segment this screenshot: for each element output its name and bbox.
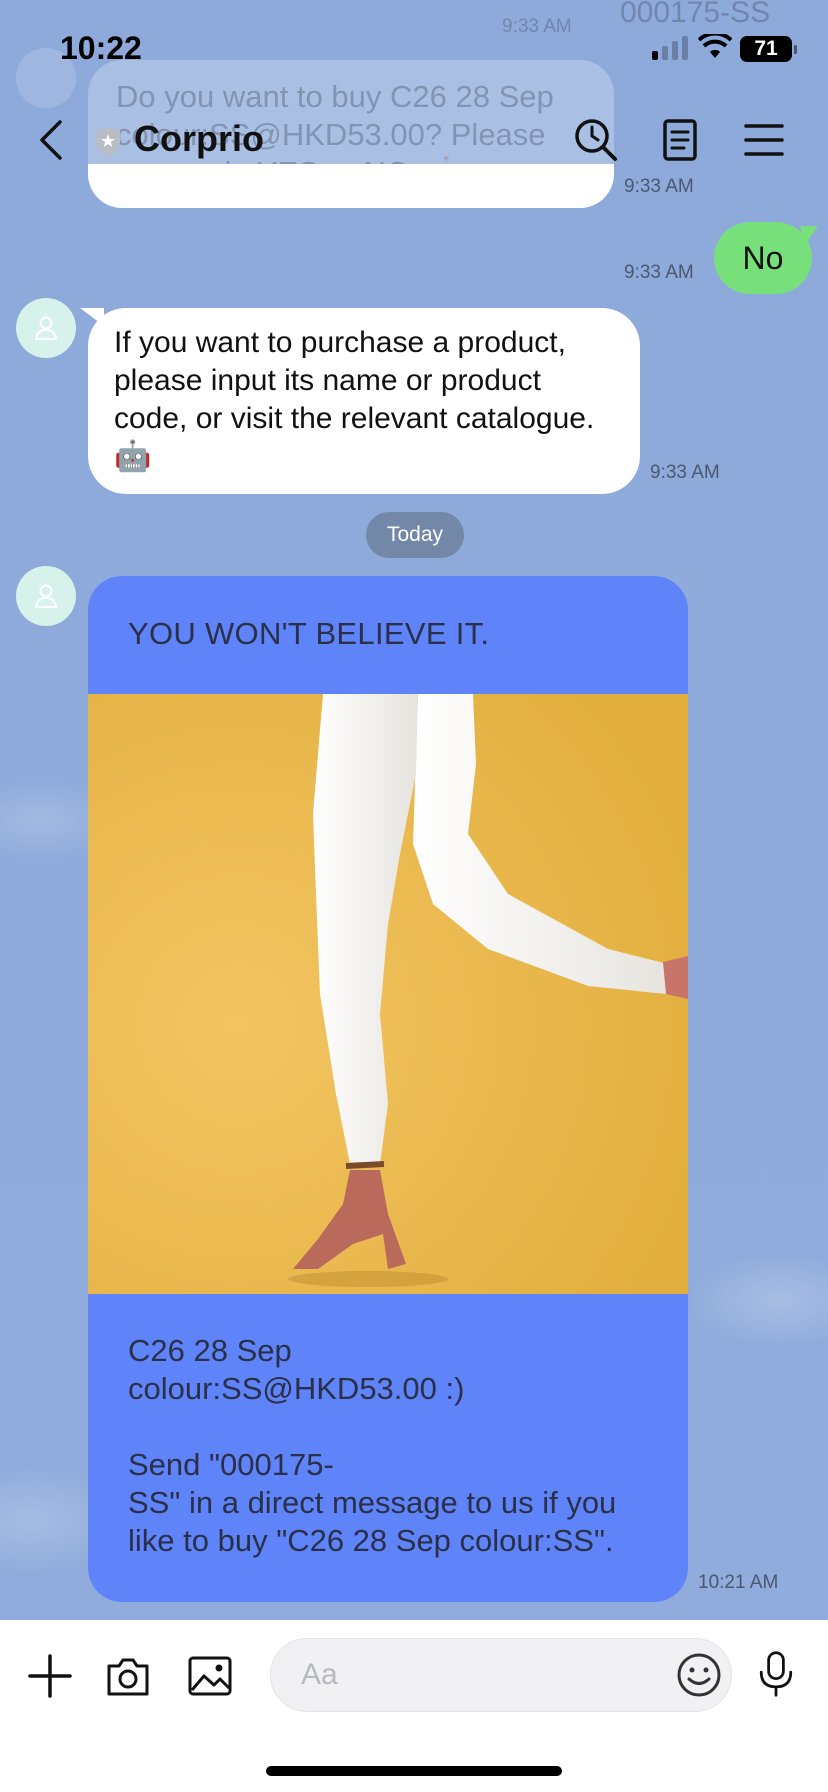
plus-icon[interactable] (26, 1652, 74, 1700)
message-input-bar (0, 1620, 828, 1792)
message-bubble-partial (88, 164, 614, 208)
product-image[interactable] (88, 694, 688, 1294)
back-arrow-icon[interactable] (34, 118, 70, 162)
emoji-icon[interactable] (674, 1650, 724, 1700)
chat-title[interactable]: Corprio (134, 118, 264, 160)
message-input[interactable] (270, 1638, 732, 1712)
product-card-message[interactable]: YOU WON'T BELIEVE IT. C26 28 Sep colour:… (88, 576, 688, 1602)
message-timestamp: 9:33 AM (624, 176, 694, 197)
message-timestamp: 9:33 AM (624, 262, 694, 283)
bot-avatar[interactable] (16, 298, 76, 358)
user-placeholder-icon (35, 584, 57, 608)
menu-icon[interactable] (740, 116, 788, 164)
card-body-text: C26 28 Sep colour:SS@HKD53.00 :) Send "0… (128, 1333, 617, 1558)
user-placeholder-icon (35, 316, 57, 340)
battery-icon: 71 (740, 36, 797, 62)
date-divider: Today (366, 512, 464, 558)
search-icon[interactable] (572, 116, 620, 164)
image-gallery-icon[interactable] (186, 1652, 234, 1700)
microphone-icon[interactable] (752, 1650, 800, 1698)
status-time: 10:22 (60, 30, 142, 66)
cellular-signal-icon (652, 36, 688, 60)
wifi-icon (698, 34, 732, 58)
message-timestamp: 10:21 AM (698, 1572, 779, 1593)
sent-message-bubble[interactable]: No (714, 222, 812, 294)
verified-shield-icon (96, 127, 120, 157)
card-title: YOU WON'T BELIEVE IT. (128, 616, 490, 651)
home-indicator (266, 1766, 562, 1776)
status-bar: 10:22 71 (0, 0, 828, 98)
received-message-bubble[interactable]: If you want to purchase a product, pleas… (88, 308, 640, 494)
message-timestamp: 9:33 AM (650, 462, 720, 483)
camera-icon[interactable] (104, 1652, 152, 1700)
bot-avatar[interactable] (16, 566, 76, 626)
notes-icon[interactable] (656, 116, 704, 164)
